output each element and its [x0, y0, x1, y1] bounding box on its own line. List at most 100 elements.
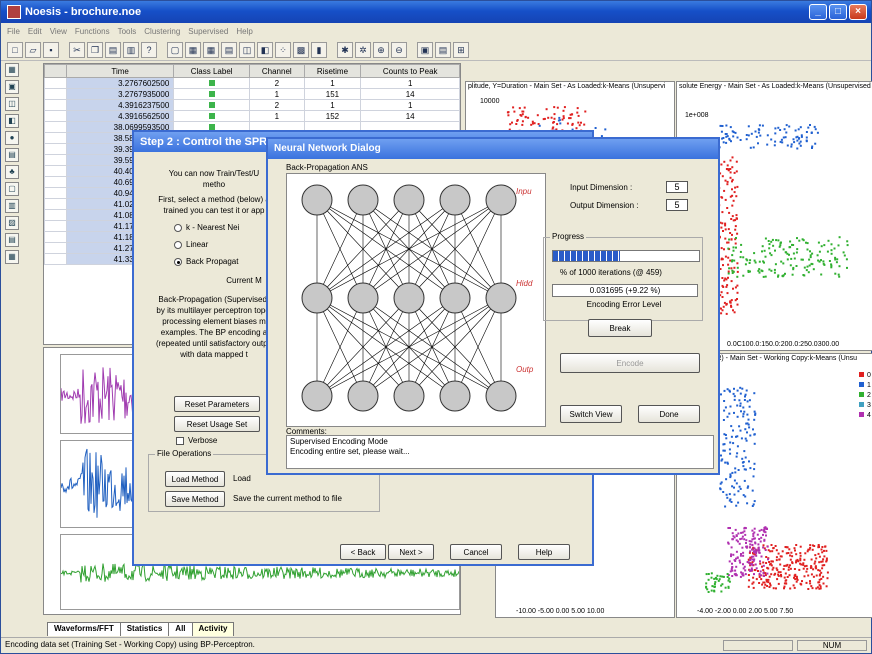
next-button[interactable]: Next >	[388, 544, 434, 560]
settings-icon[interactable]: ✲	[355, 41, 371, 58]
cancel-button[interactable]: Cancel	[450, 544, 502, 560]
verbose-checkbox[interactable]	[176, 436, 184, 445]
table-row[interactable]: 3.2767602500 2 1 1	[44, 77, 460, 89]
cell-class-label[interactable]	[173, 110, 251, 122]
tab-waveforms-fft[interactable]: Waveforms/FFT	[47, 622, 121, 636]
cell-counts[interactable]: 1	[360, 77, 460, 89]
cell-risetime[interactable]: 1	[303, 99, 362, 111]
menu-view[interactable]: View	[50, 27, 67, 36]
minimize-button[interactable]: _	[809, 4, 827, 20]
switch-view-button[interactable]: Switch View	[560, 405, 622, 423]
cell-channel[interactable]: 1	[249, 110, 305, 122]
histogram-icon[interactable]: ▮	[311, 41, 327, 58]
paste-icon[interactable]: ▤	[105, 41, 121, 58]
table-row[interactable]: 4.3916237500 2 1 1	[44, 99, 460, 111]
help-icon[interactable]: ?	[141, 41, 157, 58]
menu-functions[interactable]: Functions	[75, 27, 110, 36]
tool-tree-icon[interactable]: ♣	[5, 165, 19, 179]
copy-icon[interactable]: ❐	[87, 41, 103, 58]
matrix-icon[interactable]: ▩	[293, 41, 309, 58]
tile-icon[interactable]: ▤	[435, 41, 451, 58]
tool-table-icon[interactable]: ▤	[5, 233, 19, 247]
tool-image-icon[interactable]: ▣	[5, 80, 19, 94]
radio-linear[interactable]: Linear	[144, 239, 284, 250]
menu-clustering[interactable]: Clustering	[144, 27, 180, 36]
cell-time[interactable]: 4.3916237500	[65, 99, 175, 111]
tool-list-icon[interactable]: ▤	[5, 148, 19, 162]
tool-grid-icon[interactable]: ▦	[5, 63, 19, 77]
reset-usage-set-button[interactable]: Reset Usage Set	[174, 416, 260, 432]
encode-button[interactable]: Encode	[560, 353, 700, 373]
cluster-icon[interactable]: ✱	[337, 41, 353, 58]
cell-counts[interactable]: 14	[360, 88, 460, 100]
column-header-channel[interactable]: Channel	[249, 64, 305, 78]
chart-icon[interactable]: ▦	[185, 41, 201, 58]
cell-class-label[interactable]	[173, 99, 251, 111]
comments-box[interactable]: Supervised Encoding Mode Encoding entire…	[286, 435, 714, 469]
view-icon[interactable]: ◫	[239, 41, 255, 58]
tab-statistics[interactable]: Statistics	[119, 622, 170, 636]
tool-view-icon[interactable]: ◫	[5, 97, 19, 111]
radio-bp-indicator[interactable]	[174, 257, 182, 266]
cell-counts[interactable]: 1	[360, 99, 460, 111]
cell-class-label[interactable]	[173, 77, 251, 89]
done-button[interactable]: Done	[638, 405, 700, 423]
maximize-button[interactable]: □	[829, 4, 847, 20]
tool-layers-icon[interactable]: ▥	[5, 199, 19, 213]
nn-dialog-title[interactable]: Neural Network Dialog	[268, 139, 718, 159]
menu-tools[interactable]: Tools	[118, 27, 137, 36]
column-header-risetime[interactable]: Risetime	[303, 64, 362, 78]
cell-time[interactable]: 3.2767602500	[65, 77, 175, 89]
zoom-out-icon[interactable]: ⊖	[391, 41, 407, 58]
new-file-icon[interactable]: □	[7, 41, 23, 58]
cell-counts[interactable]: 14	[360, 110, 460, 122]
cell-risetime[interactable]: 152	[303, 110, 362, 122]
back-button[interactable]: < Back	[340, 544, 386, 560]
cell-channel[interactable]: 1	[249, 88, 305, 100]
radio-back-propagation[interactable]: Back Propagat	[144, 256, 284, 267]
cell-risetime[interactable]: 1	[303, 77, 362, 89]
radio-knn[interactable]: k - Nearest Nei	[144, 222, 284, 233]
cut-icon[interactable]: ✂	[69, 41, 85, 58]
print-icon[interactable]: ▥	[123, 41, 139, 58]
close-button[interactable]: ×	[849, 4, 867, 20]
cell-time[interactable]: 4.3916562500	[65, 110, 175, 122]
tool-window-icon[interactable]: ▢	[5, 182, 19, 196]
menu-file[interactable]: File	[7, 27, 20, 36]
open-folder-icon[interactable]: ▱	[25, 41, 41, 58]
zoom-in-icon[interactable]: ⊕	[373, 41, 389, 58]
tool-chart-icon[interactable]: ▦	[5, 250, 19, 264]
menu-help[interactable]: Help	[236, 27, 252, 36]
radio-knn-indicator[interactable]	[174, 223, 182, 232]
reset-parameters-button[interactable]: Reset Parameters	[174, 396, 260, 412]
cell-class-label[interactable]	[173, 88, 251, 100]
panel-icon[interactable]: ▢	[167, 41, 183, 58]
cell-channel[interactable]: 2	[249, 77, 305, 89]
scatter-icon[interactable]: ⁘	[275, 41, 291, 58]
tab-all[interactable]: All	[168, 622, 193, 636]
break-button[interactable]: Break	[588, 319, 652, 337]
add-icon[interactable]: ⊞	[453, 41, 469, 58]
save-method-button[interactable]: Save Method	[165, 491, 225, 507]
tab-activity[interactable]: Activity	[191, 622, 235, 636]
menu-edit[interactable]: Edit	[28, 27, 42, 36]
table-row[interactable]: 3.2767935000 1 151 14	[44, 88, 460, 100]
column-header-time[interactable]: Time	[65, 64, 175, 78]
table-icon[interactable]: ▤	[221, 41, 237, 58]
table-row[interactable]: 4.3916562500 1 152 14	[44, 110, 460, 122]
column-header-counts-to-peak[interactable]: Counts to Peak	[360, 64, 460, 78]
window-icon[interactable]: ▣	[417, 41, 433, 58]
layout-icon[interactable]: ◧	[257, 41, 273, 58]
menu-supervised[interactable]: Supervised	[188, 27, 228, 36]
title-bar[interactable]: Noesis - brochure.noe _ □ ×	[1, 1, 871, 23]
grid-icon[interactable]: ▦	[203, 41, 219, 58]
tool-panel-icon[interactable]: ◧	[5, 114, 19, 128]
column-header-class-label[interactable]: Class Label	[173, 64, 251, 78]
radio-linear-indicator[interactable]	[174, 240, 182, 249]
cell-risetime[interactable]: 151	[303, 88, 362, 100]
cell-time[interactable]: 3.2767935000	[65, 88, 175, 100]
tool-filter-icon[interactable]: ▨	[5, 216, 19, 230]
verbose-checkbox-row[interactable]: Verbose	[176, 436, 217, 445]
help-button[interactable]: Help	[518, 544, 570, 560]
save-icon[interactable]: ▪	[43, 41, 59, 58]
